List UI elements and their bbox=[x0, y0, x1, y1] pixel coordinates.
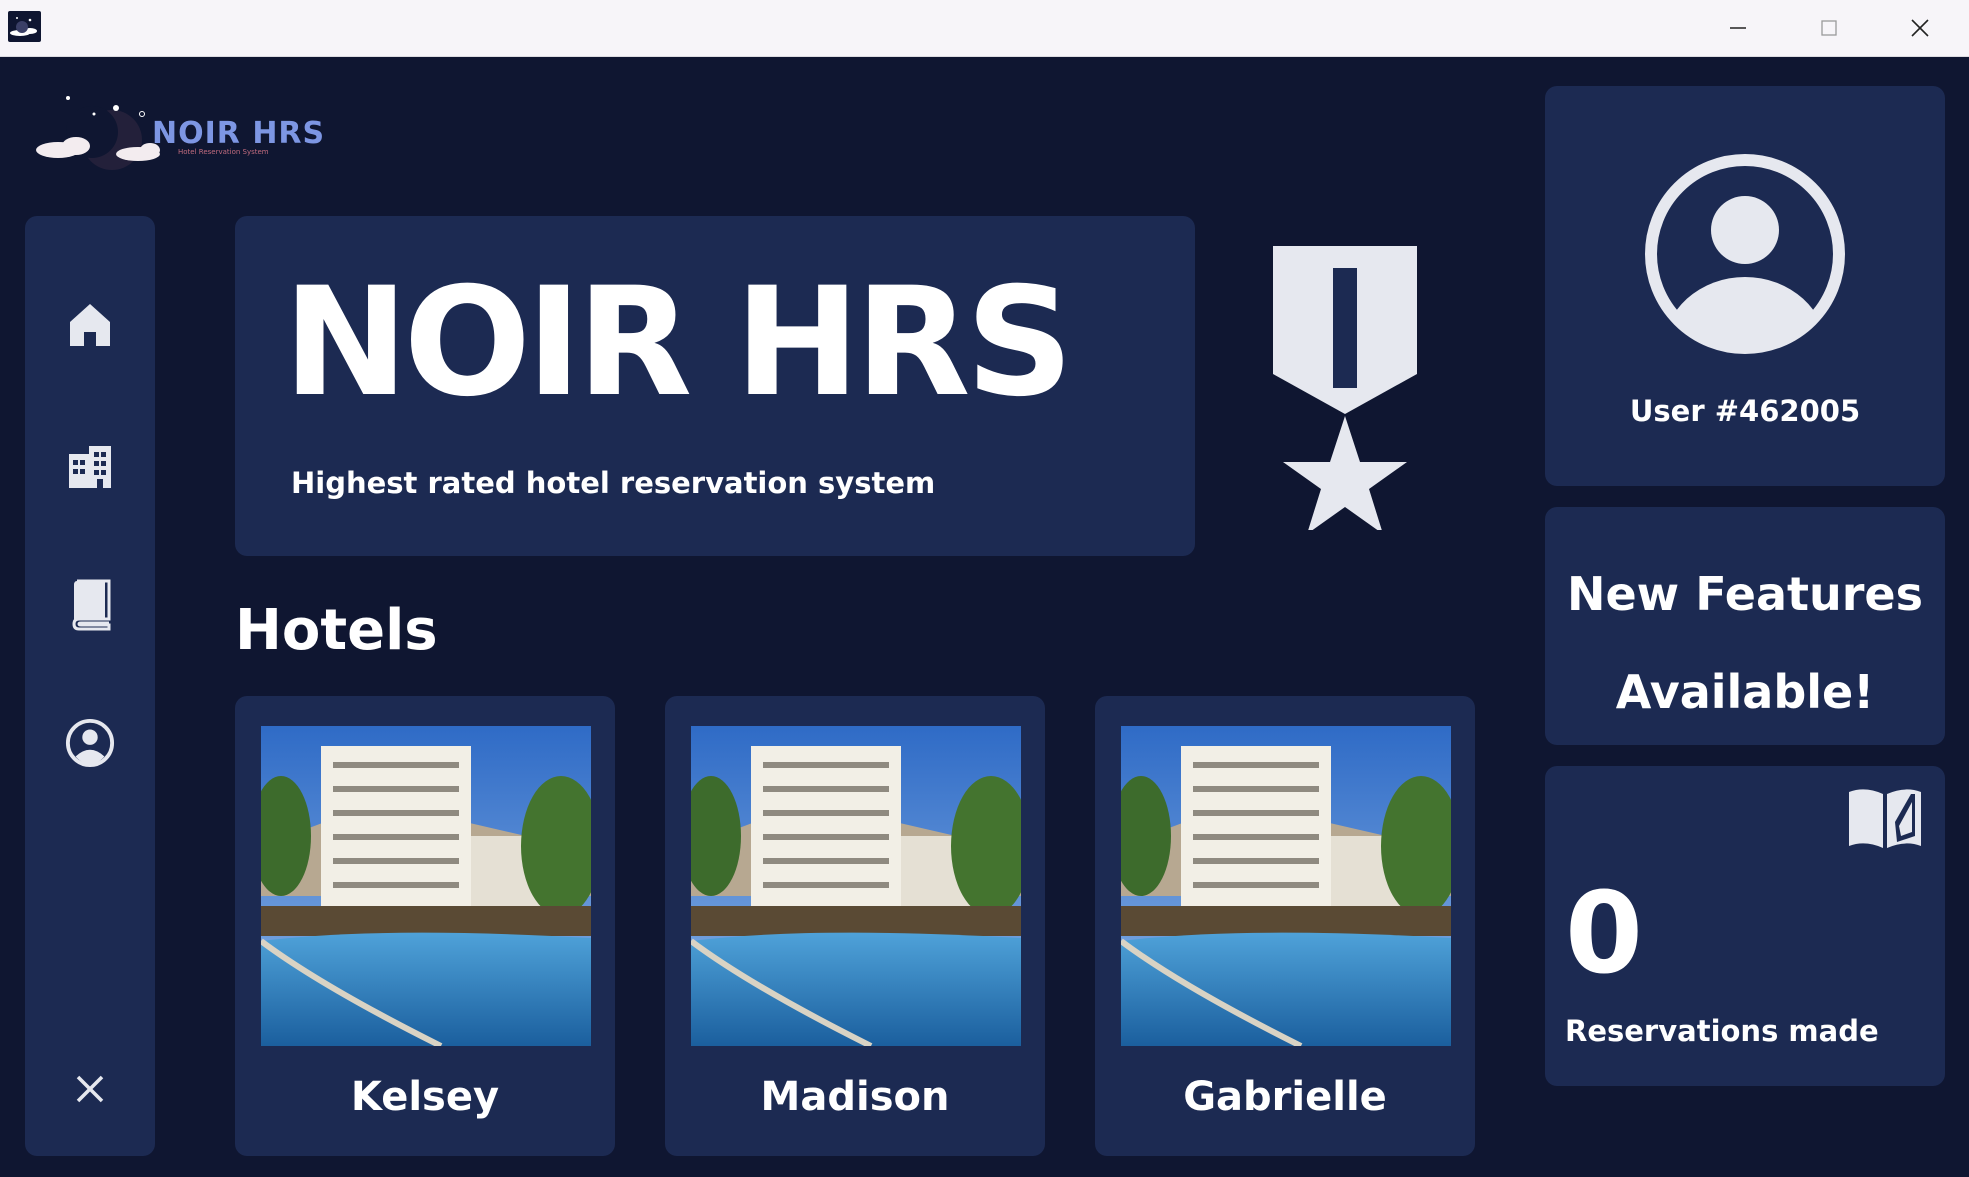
hotel-image bbox=[691, 726, 1021, 1046]
hotel-image bbox=[261, 726, 591, 1046]
features-line-2: Available! bbox=[1615, 665, 1875, 719]
sidebar bbox=[25, 216, 155, 1156]
hotels-heading: Hotels bbox=[235, 598, 438, 663]
hotels-building-icon bbox=[69, 446, 111, 488]
app-icon bbox=[8, 11, 41, 42]
sidebar-item-account[interactable] bbox=[65, 718, 115, 768]
close-icon bbox=[76, 1075, 104, 1103]
maximize-button[interactable] bbox=[1784, 0, 1874, 56]
hotel-card-madison[interactable]: Madison bbox=[665, 696, 1045, 1156]
new-features-card[interactable]: New Features Available! bbox=[1545, 507, 1945, 745]
reservations-label: Reservations made bbox=[1565, 1014, 1879, 1048]
close-icon bbox=[1911, 19, 1929, 37]
app-logo: NOIR HRS Hotel Reservation System bbox=[30, 92, 330, 182]
sidebar-item-hotels[interactable] bbox=[65, 442, 115, 492]
minimize-icon bbox=[1730, 27, 1746, 29]
hotel-card-gabrielle[interactable]: Gabrielle bbox=[1095, 696, 1475, 1156]
hero-title: NOIR HRS bbox=[283, 256, 1074, 430]
hero-subtitle: Highest rated hotel reservation system bbox=[291, 466, 936, 500]
profile-card[interactable]: User #462005 bbox=[1545, 86, 1945, 486]
book-icon bbox=[72, 579, 111, 631]
hotel-card-kelsey[interactable]: Kelsey bbox=[235, 696, 615, 1156]
account-circle-icon bbox=[65, 718, 115, 768]
hotel-name: Madison bbox=[760, 1074, 950, 1120]
features-line-1: New Features bbox=[1566, 567, 1923, 621]
minimize-button[interactable] bbox=[1693, 0, 1783, 56]
sidebar-item-home[interactable] bbox=[65, 300, 115, 350]
window-titlebar bbox=[0, 0, 1969, 57]
hotel-image bbox=[1121, 726, 1451, 1046]
home-icon bbox=[70, 304, 110, 346]
reservations-count: 0 bbox=[1565, 869, 1643, 999]
username: User #462005 bbox=[1629, 394, 1861, 428]
maximize-icon bbox=[1821, 20, 1837, 36]
open-book-icon bbox=[1849, 789, 1921, 848]
sidebar-item-reservations[interactable] bbox=[65, 579, 115, 631]
hero-banner: NOIR HRS Highest rated hotel reservation… bbox=[235, 216, 1195, 556]
moon-logo-icon bbox=[36, 96, 160, 170]
user-avatar-icon bbox=[1645, 154, 1845, 354]
logo-tagline: Hotel Reservation System bbox=[178, 148, 269, 156]
features-message: New Features Available! bbox=[1545, 545, 1945, 741]
hotel-name: Kelsey bbox=[350, 1074, 500, 1120]
close-window-button[interactable] bbox=[1875, 0, 1965, 56]
logo-name: NOIR HRS bbox=[152, 116, 326, 151]
medal-icon bbox=[1273, 246, 1417, 530]
reservations-card[interactable]: 0 Reservations made bbox=[1545, 766, 1945, 1086]
sidebar-close-button[interactable] bbox=[65, 1064, 115, 1114]
hotel-name: Gabrielle bbox=[1183, 1074, 1387, 1120]
